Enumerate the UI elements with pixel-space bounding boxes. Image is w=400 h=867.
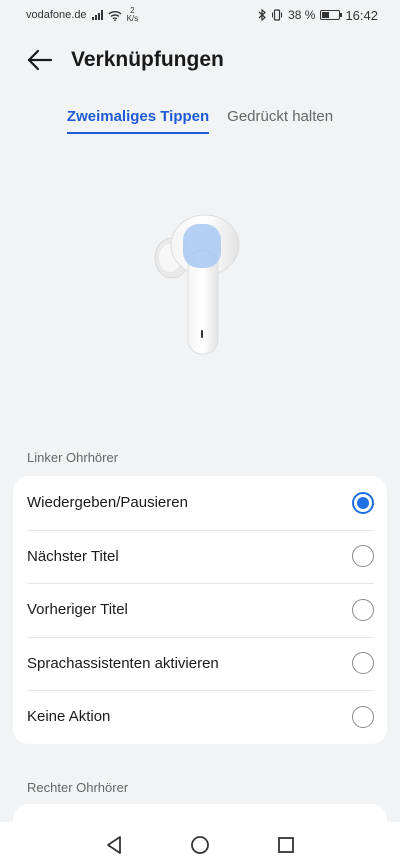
status-left: vodafone.de 2 K/s (26, 7, 138, 23)
square-recents-icon (278, 836, 294, 853)
option-label: Keine Aktion (27, 708, 111, 726)
system-nav-bar (0, 822, 400, 867)
app-header: Verknüpfungen (0, 40, 400, 80)
arrow-left-icon (27, 49, 53, 71)
radio-button-selected[interactable] (352, 491, 374, 514)
battery-icon (320, 10, 343, 20)
option-label: Wiedergeben/Pausieren (27, 494, 188, 512)
network-speed-unit: K/s (126, 14, 139, 23)
clock: 16:42 (345, 7, 378, 23)
earbud-illustration (154, 214, 240, 355)
option-play-pause[interactable]: Wiedergeben/Pausieren (13, 476, 387, 530)
back-button[interactable] (20, 40, 60, 80)
status-bar: vodafone.de 2 K/s 38 % 16:42 (0, 0, 400, 30)
carrier-name: vodafone.de (26, 9, 87, 21)
tab-double-tap[interactable]: Zweimaliges Tippen (66, 108, 210, 134)
option-label: Vorheriger Titel (27, 601, 128, 619)
tab-bar: Zweimaliges Tippen Gedrückt halten (0, 108, 400, 134)
battery-percent: 38 % (288, 8, 316, 22)
network-speed: 2 K/s (127, 7, 139, 23)
right-earbud-label: Rechter Ohrhörer (27, 780, 129, 795)
radio-button[interactable] (352, 545, 374, 568)
option-no-action[interactable]: Keine Aktion (13, 690, 387, 744)
radio-button[interactable] (352, 705, 374, 728)
option-previous-track[interactable]: Vorheriger Titel (13, 583, 387, 637)
wifi-icon (108, 10, 122, 21)
nav-recents-button[interactable] (275, 834, 297, 856)
option-label: Nächster Titel (27, 547, 119, 565)
status-right: 38 % 16:42 (258, 8, 378, 23)
option-next-track[interactable]: Nächster Titel (13, 529, 387, 584)
radio-button[interactable] (352, 652, 374, 675)
tab-press-hold[interactable]: Gedrückt halten (227, 108, 333, 134)
signal-icon (91, 10, 103, 20)
page-title: Verknüpfungen (71, 48, 224, 71)
bluetooth-icon (258, 9, 267, 21)
nav-home-button[interactable] (189, 834, 211, 856)
left-earbud-label: Linker Ohrhörer (27, 450, 119, 465)
option-voice-assistant[interactable]: Sprachassistenten aktivieren (13, 636, 387, 691)
nav-back-button[interactable] (103, 834, 125, 856)
option-label: Sprachassistenten aktivieren (27, 654, 219, 672)
left-earbud-options: Wiedergeben/Pausieren Nächster Titel Vor… (13, 476, 387, 744)
battery-level (322, 12, 329, 18)
vibrate-icon (272, 9, 283, 21)
circle-home-icon (191, 835, 209, 854)
triangle-back-icon (107, 835, 121, 854)
radio-button[interactable] (352, 598, 374, 621)
